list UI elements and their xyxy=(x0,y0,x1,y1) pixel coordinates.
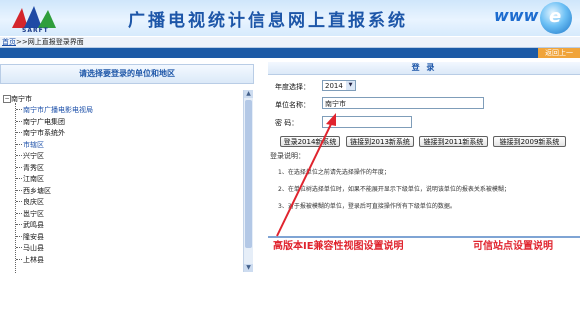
tree-connector-branch xyxy=(16,224,22,225)
tree-connector-branch xyxy=(16,132,22,133)
tree-connector-branch xyxy=(16,201,22,202)
unit-name-field[interactable]: 南宁市 xyxy=(322,97,484,109)
tree-item[interactable]: 南宁广电集团 xyxy=(23,117,65,127)
tree-item[interactable]: 市辖区 xyxy=(23,140,44,150)
tree-item[interactable]: 武鸣县 xyxy=(23,220,44,230)
link-2011-button[interactable]: 链接到2011新系统 xyxy=(419,136,488,147)
unit-tree: 南宁市广播电影电视局 南宁广电集团 南宁市系统外 市辖区 兴宁区青秀区 江南区西乡塘区 良庆… xyxy=(0,90,243,272)
ie-logo-icon: e xyxy=(549,6,562,27)
notes-title: 登录说明： xyxy=(270,152,305,160)
login-heading: 登 录 xyxy=(268,62,580,75)
breadcrumb-home-link[interactable]: 首页 xyxy=(2,38,16,46)
tree-scrollbar[interactable]: ▲ ▼ xyxy=(243,90,253,272)
tree-connector-branch xyxy=(16,109,22,110)
tree-connector-branch xyxy=(16,258,22,260)
note-1: 1、在选择单位之前请先选择操作的年度； xyxy=(278,169,390,176)
year-label: 年度选择： xyxy=(275,83,310,91)
password-field[interactable] xyxy=(322,116,412,128)
tree-item[interactable]: 邕宁区 xyxy=(23,209,44,219)
scroll-thumb[interactable] xyxy=(245,100,252,248)
note-3: 3、对于报被模糊的单位，登录后可直接操作所有下级单位的数据。 xyxy=(278,203,456,210)
tree-item[interactable]: 南宁市广播电影电视局 xyxy=(23,105,93,115)
tree-item[interactable]: 马山县 xyxy=(23,243,44,253)
ie-compat-link[interactable]: 高版本IE兼容性视图设置说明 xyxy=(273,237,404,252)
tree-connector-branch xyxy=(16,120,22,122)
scroll-up-icon[interactable]: ▲ xyxy=(244,90,253,98)
link-2009-button[interactable]: 链接到2009新系统 xyxy=(493,136,566,147)
top-bar xyxy=(0,48,580,58)
tree-item[interactable]: 隆安县 xyxy=(23,232,44,242)
www-text: www xyxy=(494,6,539,25)
tree-connector-branch xyxy=(16,212,22,214)
tree-item[interactable]: 江南区 xyxy=(23,174,44,184)
tree-connector-branch xyxy=(16,155,22,156)
tree-connector-branch xyxy=(16,247,22,248)
tree-item[interactable]: 南宁市系统外 xyxy=(23,128,65,138)
tree-connector-branch xyxy=(16,166,22,168)
breadcrumb-current: 网上直报登录界面 xyxy=(27,38,84,46)
chevron-down-icon[interactable]: ▼ xyxy=(346,81,355,90)
trusted-site-link[interactable]: 可信站点设置说明 xyxy=(473,237,553,252)
tree-item[interactable]: 兴宁区 xyxy=(23,151,44,161)
unit-tree-heading: 请选择要登录的单位和地区 xyxy=(0,64,254,84)
password-label: 密 码： xyxy=(275,119,299,127)
system-title: 广播电视统计信息网上直报系统 xyxy=(128,11,408,31)
logo-text: SARFT xyxy=(22,27,49,34)
header-banner: SARFT 广播电视统计信息网上直报系统 www e xyxy=(0,0,580,36)
tree-connector-branch xyxy=(16,143,22,145)
tree-connector-branch xyxy=(16,178,22,179)
tree-item[interactable]: 良庆区 xyxy=(23,197,44,207)
tree-item[interactable]: 上林县 xyxy=(23,255,44,265)
tree-connector-branch xyxy=(16,235,22,237)
login-2014-button[interactable]: 登录2014新系统 xyxy=(280,136,340,147)
breadcrumb: 首页>>网上直报登录界面 xyxy=(0,37,580,48)
year-value: 2014 xyxy=(325,82,343,90)
tree-item[interactable]: 青秀区 xyxy=(23,163,44,173)
tree-connector-branch xyxy=(16,189,22,191)
back-button[interactable]: 返回上一 xyxy=(538,48,580,58)
note-2: 2、在单位树选择单位时，如果不能展开显示下级单位，说明该单位的报表关系被模糊； xyxy=(278,186,510,193)
scroll-down-icon[interactable]: ▼ xyxy=(244,264,253,272)
tree-item[interactable]: 西乡塘区 xyxy=(23,186,51,196)
year-select[interactable]: 2014 ▼ xyxy=(322,80,356,91)
link-2013-button[interactable]: 链接到2013新系统 xyxy=(346,136,414,147)
breadcrumb-separator: >> xyxy=(16,38,28,46)
unit-label: 单位名称： xyxy=(275,101,310,109)
